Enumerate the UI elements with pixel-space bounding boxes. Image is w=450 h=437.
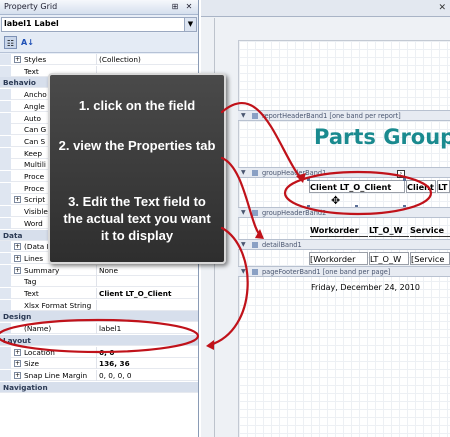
arrowhead-icon	[206, 340, 214, 350]
highlight-text-property	[0, 318, 200, 354]
arrow-to-properties-tab	[220, 156, 264, 239]
annotation-overlay	[0, 102, 433, 354]
highlight-selected-field	[283, 170, 433, 216]
arrow-to-text-property	[208, 226, 249, 347]
